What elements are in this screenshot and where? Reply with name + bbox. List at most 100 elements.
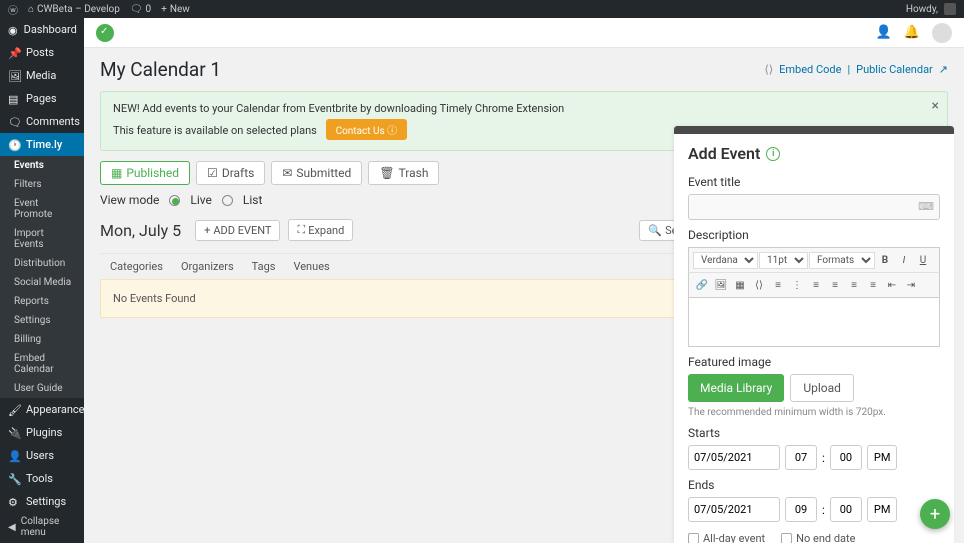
sub-item-social-media[interactable]: Social Media <box>0 273 84 292</box>
sub-item-billing[interactable]: Billing <box>0 330 84 349</box>
start-date-row: : PM <box>688 445 940 470</box>
radio-list[interactable] <box>222 195 233 206</box>
expand-button[interactable]: ⛶Expand <box>288 219 353 241</box>
sidebar-item-plugins[interactable]: 🔌Plugins <box>0 421 84 444</box>
sub-item-import-events[interactable]: Import Events <box>0 224 84 254</box>
bold-icon[interactable]: B <box>876 251 894 269</box>
brush-icon: 🖌 <box>8 404 20 416</box>
sub-item-event-promote[interactable]: Event Promote <box>0 194 84 224</box>
indent-icon[interactable]: ⇥ <box>902 276 920 294</box>
sub-item-reports[interactable]: Reports <box>0 292 84 311</box>
formats-select[interactable]: Formats <box>809 252 875 269</box>
sidebar-label: Posts <box>26 46 54 59</box>
end-ampm-toggle[interactable]: PM <box>867 497 898 522</box>
sub-item-distribution[interactable]: Distribution <box>0 254 84 273</box>
sub-item-filters[interactable]: Filters <box>0 175 84 194</box>
sub-item-events[interactable]: Events <box>0 156 84 175</box>
contact-us-button[interactable]: Contact Us ⓘ <box>326 119 408 140</box>
media-library-button[interactable]: Media Library <box>688 374 784 402</box>
ordered-list-icon[interactable]: ≡ <box>769 276 787 294</box>
start-hour-input[interactable] <box>785 445 817 470</box>
align-right-icon[interactable]: ≡ <box>845 276 863 294</box>
sidebar-item-settings[interactable]: ⚙Settings <box>0 490 84 513</box>
bell-icon[interactable]: 🔔 <box>904 25 920 40</box>
new-content-link[interactable]: + New <box>161 4 190 15</box>
sub-item-user-guide[interactable]: User Guide <box>0 379 84 398</box>
sidebar-item-timely[interactable]: 🕐Time.ly <box>0 133 84 156</box>
font-size-select[interactable]: 11pt <box>759 252 808 269</box>
dashboard-icon: ◉ <box>8 24 18 36</box>
all-day-checkbox[interactable]: All-day event <box>688 532 765 543</box>
sub-item-embed-calendar[interactable]: Embed Calendar <box>0 349 84 379</box>
info-icon: ⓘ <box>387 126 397 137</box>
wrench-icon: 🔧 <box>8 473 20 485</box>
start-ampm-toggle[interactable]: PM <box>867 445 898 470</box>
description-editor[interactable] <box>688 297 940 347</box>
align-center-icon[interactable]: ≡ <box>826 276 844 294</box>
plus-icon: + <box>161 4 167 15</box>
tab-trash[interactable]: 🗑Trash <box>368 161 439 185</box>
comments-link[interactable]: 🗨 0 <box>130 4 151 15</box>
italic-icon[interactable]: I <box>895 251 913 269</box>
code-icon[interactable]: ⟨⟩ <box>750 276 768 294</box>
person-icon[interactable]: 👤 <box>876 25 892 40</box>
close-icon[interactable]: × <box>932 98 939 114</box>
media-icon: 🖼 <box>8 70 20 82</box>
table-icon[interactable]: ▦ <box>731 276 749 294</box>
start-min-input[interactable] <box>830 445 862 470</box>
timely-logo-icon[interactable] <box>96 24 114 42</box>
underline-icon[interactable]: U <box>914 251 932 269</box>
collapse-icon: ◀ <box>8 522 16 533</box>
keyboard-icon[interactable]: ⌨ <box>918 200 934 213</box>
site-name[interactable]: ⌂ CWBeta – Develop <box>28 4 120 15</box>
panel-drag-handle[interactable] <box>674 126 954 134</box>
end-hour-input[interactable] <box>785 497 817 522</box>
end-date-input[interactable] <box>688 497 780 522</box>
editor-toolbar-bottom: 🔗 🖼 ▦ ⟨⟩ ≡ ⋮ ≡ ≡ ≡ ≡ ⇤ ⇥ <box>688 272 940 297</box>
link-icon[interactable]: 🔗 <box>693 276 711 294</box>
align-left-icon[interactable]: ≡ <box>807 276 825 294</box>
upload-button[interactable]: Upload <box>790 374 854 402</box>
sidebar-item-appearance[interactable]: 🖌Appearance <box>0 398 84 421</box>
align-justify-icon[interactable]: ≡ <box>864 276 882 294</box>
info-icon[interactable]: i <box>766 147 780 161</box>
event-title-input[interactable] <box>688 194 940 220</box>
font-family-select[interactable]: Verdana <box>693 252 758 269</box>
end-min-input[interactable] <box>830 497 862 522</box>
admin-avatar-small[interactable] <box>944 3 956 15</box>
radio-live[interactable] <box>169 195 180 206</box>
image-icon[interactable]: 🖼 <box>712 276 730 294</box>
sidebar-item-tools[interactable]: 🔧Tools <box>0 467 84 490</box>
unordered-list-icon[interactable]: ⋮ <box>788 276 806 294</box>
start-date-input[interactable] <box>688 445 780 470</box>
filter-venues[interactable]: Venues <box>293 260 329 273</box>
sidebar-item-pages[interactable]: ▤Pages <box>0 87 84 110</box>
no-end-checkbox[interactable]: No end date <box>781 532 855 543</box>
collapse-menu-button[interactable]: ◀Collapse menu <box>0 511 84 543</box>
sidebar-item-posts[interactable]: 📌Posts <box>0 41 84 64</box>
filter-categories[interactable]: Categories <box>110 260 163 273</box>
sub-item-settings[interactable]: Settings <box>0 311 84 330</box>
wp-logo-icon[interactable]: ⓦ <box>8 2 18 17</box>
fab-add-button[interactable]: + <box>920 499 950 529</box>
tab-label: Trash <box>399 166 429 180</box>
date-options-row: All-day event No end date <box>688 532 940 543</box>
time-separator: : <box>822 451 825 465</box>
filter-organizers[interactable]: Organizers <box>181 260 234 273</box>
home-icon: ⌂ <box>28 4 34 15</box>
outdent-icon[interactable]: ⇤ <box>883 276 901 294</box>
sidebar-item-media[interactable]: 🖼Media <box>0 64 84 87</box>
add-event-button[interactable]: +ADD EVENT <box>195 220 280 241</box>
sidebar-item-comments[interactable]: 🗨Comments <box>0 110 84 133</box>
user-avatar[interactable] <box>932 23 952 43</box>
filter-tags[interactable]: Tags <box>252 260 276 273</box>
public-calendar-link[interactable]: Public Calendar <box>856 63 933 76</box>
tab-drafts[interactable]: ☑Drafts <box>196 161 265 185</box>
tab-submitted[interactable]: ✉Submitted <box>271 161 362 185</box>
embed-code-link[interactable]: Embed Code <box>779 63 841 76</box>
tab-published[interactable]: ▦Published <box>100 161 190 185</box>
sidebar-item-users[interactable]: 👤Users <box>0 444 84 467</box>
sidebar-label: Comments <box>26 115 80 128</box>
end-date-row: : PM <box>688 497 940 522</box>
sidebar-item-dashboard[interactable]: ◉Dashboard <box>0 18 84 41</box>
